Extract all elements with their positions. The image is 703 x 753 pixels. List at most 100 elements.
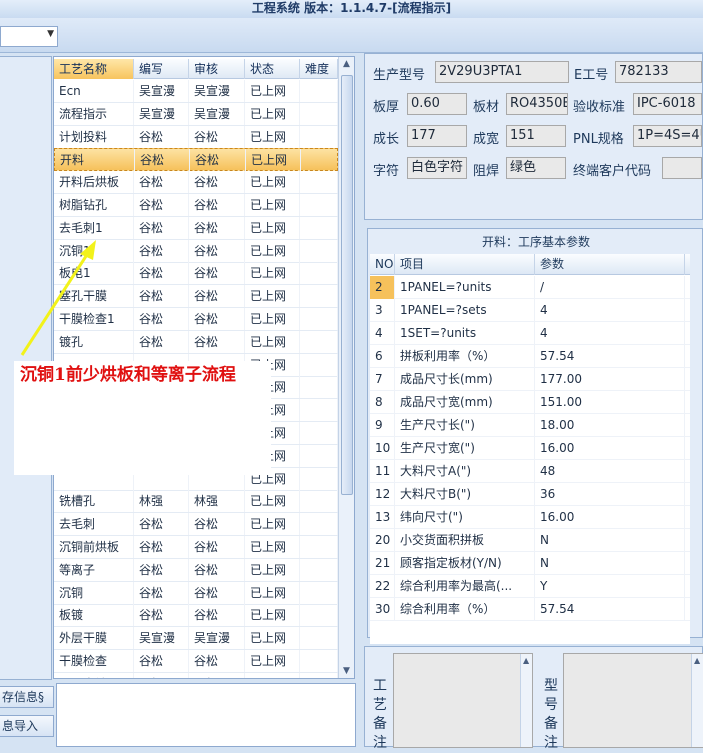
cell-status[interactable]: 已上网 bbox=[245, 194, 300, 216]
cell-value[interactable]: 48 bbox=[535, 460, 685, 483]
cell-author[interactable]: 吴宣漫 bbox=[134, 102, 189, 125]
cell-author[interactable]: 谷松 bbox=[134, 285, 189, 308]
table-row[interactable]: 沉铜前烘板 谷松 谷松 已上网 bbox=[54, 536, 338, 559]
param-row[interactable]: 13 纬向尺寸(") 16.00 bbox=[370, 506, 690, 529]
model-field[interactable]: 2V29U3PTA1 bbox=[435, 61, 569, 83]
scroll-thumb[interactable] bbox=[341, 75, 353, 495]
cell-reviewer[interactable]: 吴宣漫 bbox=[189, 102, 245, 125]
table-row[interactable]: 计划投料 谷松 谷松 已上网 bbox=[54, 125, 338, 149]
col-status[interactable]: 状态 bbox=[245, 59, 300, 79]
cell-no[interactable]: 22 bbox=[370, 575, 395, 598]
cell-process-name[interactable]: 沉铜 bbox=[54, 581, 134, 604]
cell-value[interactable]: Y bbox=[535, 575, 685, 598]
cell-author[interactable]: 谷松 bbox=[134, 650, 189, 672]
cell-author[interactable]: 谷松 bbox=[134, 536, 189, 558]
cell-author[interactable]: 谷松 bbox=[134, 513, 189, 536]
col-no[interactable]: NO bbox=[370, 254, 395, 275]
cell-process-name[interactable]: 板电1 bbox=[54, 262, 134, 285]
cell-value[interactable]: 177.00 bbox=[535, 368, 685, 391]
table-row[interactable]: 去毛刺1 谷松 谷松 已上网 bbox=[54, 216, 338, 240]
cell-reviewer[interactable]: 谷松 bbox=[190, 149, 246, 172]
cell-no[interactable]: 13 bbox=[370, 506, 395, 529]
cell-process-name[interactable]: 树脂钻孔 bbox=[54, 194, 134, 216]
cell-author[interactable]: 谷松 bbox=[134, 330, 189, 353]
cell-difficulty[interactable] bbox=[300, 125, 338, 148]
table-row[interactable]: 图形电镀谷松谷松已上网 bbox=[54, 672, 338, 678]
table-row[interactable]: 开料 谷松 谷松 已上网 bbox=[54, 148, 339, 172]
cell-author[interactable]: 谷松 bbox=[134, 558, 189, 581]
cell-author[interactable]: 谷松 bbox=[134, 171, 189, 194]
cell-difficulty[interactable] bbox=[300, 422, 338, 444]
cell-author[interactable]: 谷松 bbox=[134, 672, 189, 678]
grid-scrollbar[interactable]: ▲ ▼ bbox=[338, 57, 354, 678]
left-notes-area[interactable] bbox=[56, 683, 356, 747]
col-author[interactable]: 编写 bbox=[134, 59, 189, 79]
cell-process-name[interactable]: 沉铜前烘板 bbox=[54, 536, 134, 558]
cell-difficulty[interactable] bbox=[300, 308, 338, 330]
cell-item[interactable]: 大料尺寸A(") bbox=[395, 460, 535, 483]
cell-author[interactable]: 谷松 bbox=[134, 262, 189, 285]
cell-difficulty[interactable] bbox=[300, 672, 338, 678]
cell-process-name[interactable]: 铣槽孔 bbox=[54, 490, 134, 513]
cell-difficulty[interactable] bbox=[300, 444, 338, 467]
cell-no[interactable]: 6 bbox=[370, 345, 395, 368]
param-row[interactable]: 21 顾客指定板材(Y/N) N bbox=[370, 552, 690, 575]
cell-no[interactable]: 10 bbox=[370, 437, 395, 460]
cell-difficulty[interactable] bbox=[300, 239, 338, 262]
length-field[interactable]: 177 bbox=[407, 125, 467, 147]
cell-author[interactable]: 谷松 bbox=[134, 194, 189, 216]
cell-item[interactable]: 1PANEL=?units bbox=[395, 276, 535, 299]
customer-field[interactable] bbox=[662, 157, 702, 179]
cell-difficulty[interactable] bbox=[300, 353, 338, 376]
cell-difficulty[interactable] bbox=[300, 171, 338, 194]
cell-status[interactable]: 已上网 bbox=[245, 581, 300, 604]
cell-item[interactable]: 综合利用率（%） bbox=[395, 598, 535, 621]
cell-no[interactable]: 30 bbox=[370, 598, 395, 621]
cell-difficulty[interactable] bbox=[301, 149, 339, 172]
import-info-button[interactable]: 息导入 bbox=[0, 715, 54, 737]
cell-difficulty[interactable] bbox=[300, 581, 338, 604]
thickness-field[interactable]: 0.60 bbox=[407, 93, 467, 115]
cell-author[interactable]: 吴宣漫 bbox=[134, 627, 189, 650]
cell-difficulty[interactable] bbox=[300, 102, 338, 125]
cell-process-name[interactable]: 外层干膜 bbox=[54, 627, 134, 650]
cell-reviewer[interactable]: 吴宣漫 bbox=[189, 627, 245, 650]
cell-item[interactable]: 大料尺寸B(") bbox=[395, 483, 535, 506]
cell-item[interactable]: 综合利用率为最高(... bbox=[395, 575, 535, 598]
param-row[interactable]: 10 生产尺寸宽(") 16.00 bbox=[370, 437, 690, 460]
cell-author[interactable]: 谷松 bbox=[134, 216, 189, 239]
cell-no[interactable]: 2 bbox=[370, 276, 395, 299]
cell-difficulty[interactable] bbox=[300, 490, 338, 513]
cell-value[interactable]: 18.00 bbox=[535, 414, 685, 437]
col-process-name[interactable]: 工艺名称 bbox=[54, 59, 134, 79]
cell-reviewer[interactable]: 谷松 bbox=[189, 285, 245, 308]
cell-process-name[interactable]: 开料 bbox=[55, 149, 135, 172]
param-row[interactable]: 9 生产尺寸长(") 18.00 bbox=[370, 414, 690, 437]
cell-difficulty[interactable] bbox=[300, 604, 338, 627]
param-row[interactable]: 4 1SET=?units 4 bbox=[370, 322, 690, 345]
param-row[interactable]: 12 大料尺寸B(") 36 bbox=[370, 483, 690, 506]
param-row[interactable]: 30 综合利用率（%） 57.54 bbox=[370, 598, 690, 621]
table-row[interactable]: 铣槽孔 林强 林强 已上网 bbox=[54, 490, 338, 514]
cell-difficulty[interactable] bbox=[300, 536, 338, 558]
save-info-button[interactable]: 存信息§ bbox=[0, 686, 54, 708]
model-note-scrollbar[interactable]: ▲ bbox=[691, 654, 703, 747]
cell-no[interactable]: 3 bbox=[370, 299, 395, 322]
cell-status[interactable]: 已上网 bbox=[245, 308, 300, 330]
cell-status[interactable]: 已上网 bbox=[246, 149, 301, 172]
process-note-scrollbar[interactable]: ▲ bbox=[520, 654, 532, 747]
param-row[interactable]: 3 1PANEL=?sets 4 bbox=[370, 299, 690, 322]
cell-item[interactable]: 生产尺寸长(") bbox=[395, 414, 535, 437]
cell-item[interactable]: 生产尺寸宽(") bbox=[395, 437, 535, 460]
cell-no[interactable]: 20 bbox=[370, 529, 395, 552]
cell-no[interactable]: 4 bbox=[370, 322, 395, 345]
table-row[interactable]: 板电1 谷松 谷松 已上网 bbox=[54, 262, 338, 286]
cell-reviewer[interactable]: 林强 bbox=[189, 490, 245, 513]
param-row[interactable]: 22 综合利用率为最高(... Y bbox=[370, 575, 690, 598]
cell-value[interactable]: N bbox=[535, 529, 685, 552]
cell-reviewer[interactable]: 谷松 bbox=[189, 513, 245, 536]
scroll-up-icon[interactable]: ▲ bbox=[343, 59, 350, 69]
cell-process-name[interactable]: 干膜检查1 bbox=[54, 308, 134, 330]
cell-difficulty[interactable] bbox=[300, 262, 338, 285]
chevron-down-icon[interactable]: ▼ bbox=[47, 29, 54, 39]
